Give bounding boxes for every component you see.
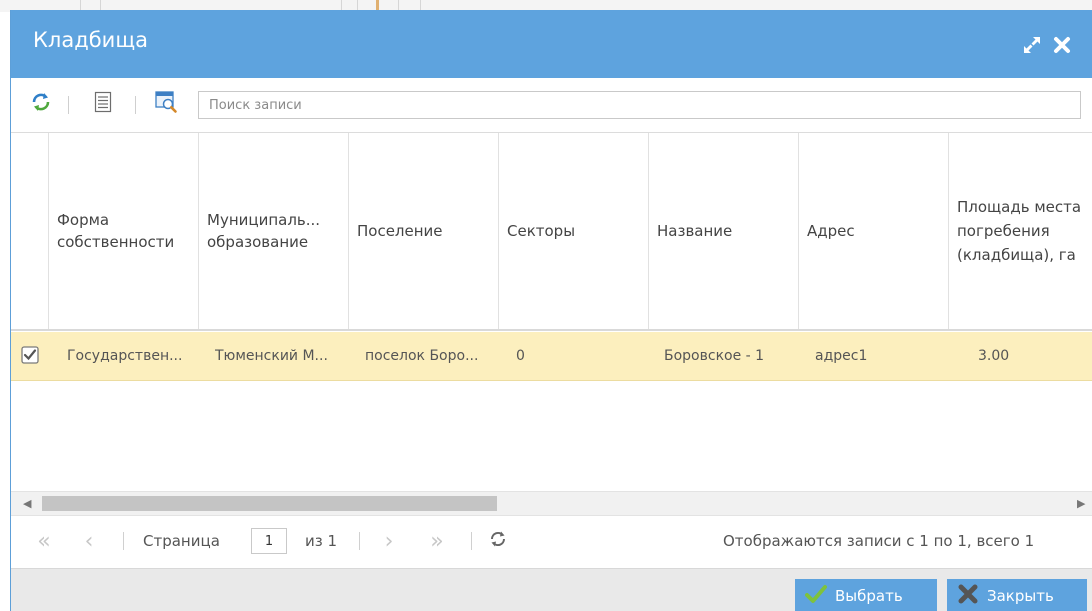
window-search-icon xyxy=(154,90,178,118)
close-x-icon xyxy=(957,583,979,609)
chevron-right-icon: › xyxy=(384,528,394,554)
records-summary: Отображаются записи с 1 по 1, всего 1 xyxy=(723,532,1035,550)
toolbar-separator xyxy=(68,96,69,114)
column-header-label: Название xyxy=(657,222,733,240)
column-header-area[interactable]: Площадь места погребения (кладбища), га xyxy=(949,133,1092,329)
prev-page-button[interactable]: ‹ xyxy=(74,526,104,556)
details-button[interactable] xyxy=(90,91,116,117)
column-header-municipality[interactable]: Муниципаль... образование xyxy=(199,133,349,329)
table-row[interactable]: Государствен... Тюменский М... поселок Б… xyxy=(11,332,1092,381)
pagination-bar: « ‹ Страница из 1 › » Отображ xyxy=(11,516,1092,568)
dialog-title: Кладбища xyxy=(33,28,148,52)
cell-name: Боровское - 1 xyxy=(664,348,765,364)
pager-separator xyxy=(471,532,472,550)
refresh-icon xyxy=(489,529,507,554)
column-header-label: Форма собственности xyxy=(57,211,175,251)
close-icon[interactable] xyxy=(1051,34,1073,56)
maximize-icon[interactable] xyxy=(1021,34,1043,56)
refresh-icon xyxy=(30,91,52,117)
view-record-button[interactable] xyxy=(153,91,179,117)
column-header-label: Площадь места погребения (кладбища), га xyxy=(957,198,1082,264)
list-icon xyxy=(93,91,113,117)
page-label: Страница xyxy=(143,532,220,550)
page-count-label: из 1 xyxy=(305,532,338,550)
cell-address: адрес1 xyxy=(815,348,868,364)
double-chevron-right-icon: » xyxy=(430,528,444,554)
grid-toolbar xyxy=(11,78,1092,133)
grid-empty-area xyxy=(11,381,1092,491)
checkmark-icon xyxy=(805,584,827,608)
page-number-input[interactable] xyxy=(251,528,287,554)
close-button-label: Закрыть xyxy=(987,586,1054,605)
column-header-settlement[interactable]: Поселение xyxy=(349,133,499,329)
last-page-button[interactable]: » xyxy=(422,526,452,556)
scrollbar-thumb[interactable] xyxy=(42,496,497,511)
chevron-left-icon: ‹ xyxy=(84,528,94,554)
dialog-footer: Выбрать Закрыть xyxy=(11,568,1092,611)
double-chevron-left-icon: « xyxy=(37,528,51,554)
scroll-left-icon[interactable]: ◀ xyxy=(23,497,31,510)
refresh-page-button[interactable] xyxy=(483,526,513,556)
select-button[interactable]: Выбрать xyxy=(795,579,937,611)
pager-separator xyxy=(359,532,360,550)
first-page-button[interactable]: « xyxy=(29,526,59,556)
cell-sectors: 0 xyxy=(516,348,525,364)
column-header-address[interactable]: Адрес xyxy=(799,133,949,329)
refresh-button[interactable] xyxy=(28,91,54,117)
cell-ownership: Государствен... xyxy=(67,348,183,364)
cemeteries-dialog: Кладбища Поиск записи Форма собственност… xyxy=(10,10,1092,611)
column-header-sectors[interactable]: Секторы xyxy=(499,133,649,329)
cell-municipality: Тюменский М... xyxy=(215,348,328,364)
column-header-name[interactable]: Название xyxy=(649,133,799,329)
horizontal-scrollbar[interactable]: ◀ ▶ xyxy=(11,491,1092,516)
select-button-label: Выбрать xyxy=(835,586,903,605)
cell-area: 3.00 xyxy=(978,348,1010,364)
close-button[interactable]: Закрыть xyxy=(947,579,1087,611)
column-header-ownership[interactable]: Форма собственности xyxy=(49,133,199,329)
toolbar-separator xyxy=(135,96,136,114)
dialog-titlebar[interactable]: Кладбища xyxy=(11,10,1092,78)
scroll-right-icon[interactable]: ▶ xyxy=(1077,497,1085,510)
column-header-label: Секторы xyxy=(507,222,576,240)
header-checkbox-column[interactable] xyxy=(11,133,49,329)
column-header-label: Муниципаль... образование xyxy=(207,211,321,251)
checkbox-checked-icon[interactable] xyxy=(21,346,39,364)
search-input[interactable] xyxy=(198,91,1081,119)
pager-separator xyxy=(123,532,124,550)
cell-settlement: поселок Боро... xyxy=(365,348,479,364)
column-header-label: Поселение xyxy=(357,222,443,240)
next-page-button[interactable]: › xyxy=(374,526,404,556)
grid-header: Форма собственности Муниципаль... образо… xyxy=(11,133,1092,331)
column-header-label: Адрес xyxy=(807,222,855,240)
